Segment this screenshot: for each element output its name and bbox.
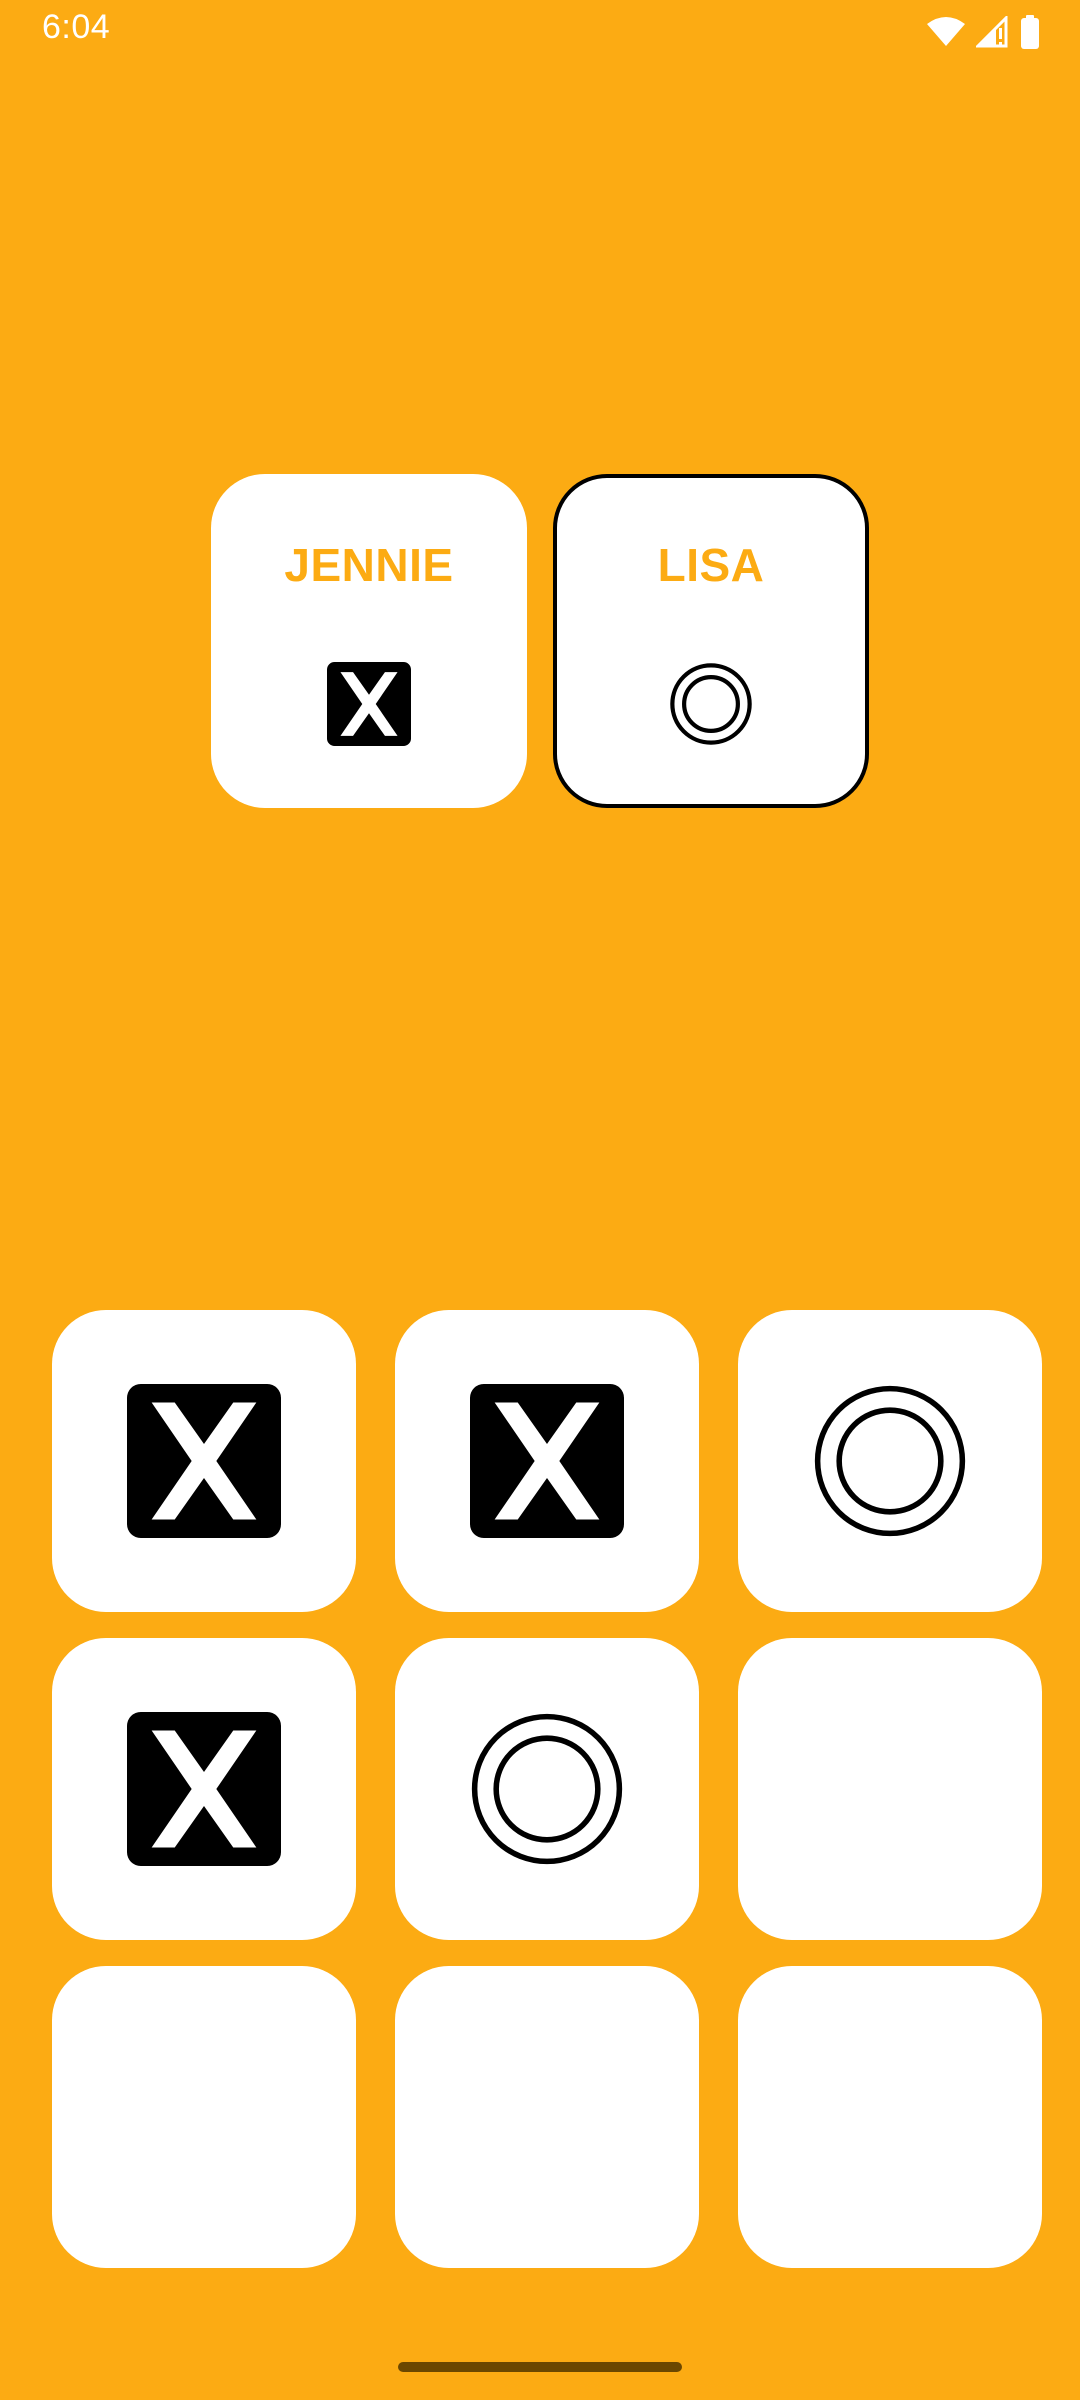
x-mark-icon — [470, 1384, 624, 1538]
player-card-lisa: LISA — [553, 474, 869, 808]
status-icons — [926, 12, 1040, 52]
player-name: LISA — [657, 539, 765, 591]
board-cell-o[interactable] — [395, 1638, 699, 1940]
status-time: 6:04 — [42, 8, 111, 46]
board-cell-empty[interactable] — [738, 1638, 1042, 1940]
status-bar: 6:04 — [0, 0, 1080, 64]
o-mark-icon — [669, 662, 753, 746]
board-cell-empty[interactable] — [395, 1966, 699, 2268]
o-mark-icon — [813, 1384, 967, 1538]
board-cell-empty[interactable] — [52, 1966, 356, 2268]
game-board — [52, 1310, 1042, 2268]
signal-icon — [976, 16, 1010, 48]
board-cell-x[interactable] — [52, 1638, 356, 1940]
board-cell-x[interactable] — [52, 1310, 356, 1612]
o-mark-icon — [470, 1712, 624, 1866]
board-cell-x[interactable] — [395, 1310, 699, 1612]
home-indicator[interactable] — [398, 2362, 682, 2372]
x-mark-icon — [127, 1384, 281, 1538]
battery-icon — [1020, 15, 1040, 49]
board-cell-empty[interactable] — [738, 1966, 1042, 2268]
player-name: JENNIE — [284, 539, 454, 591]
x-mark-icon — [327, 662, 411, 746]
player-card-jennie: JENNIE — [211, 474, 527, 808]
x-mark-icon — [127, 1712, 281, 1866]
wifi-icon — [926, 16, 966, 48]
board-cell-o[interactable] — [738, 1310, 1042, 1612]
